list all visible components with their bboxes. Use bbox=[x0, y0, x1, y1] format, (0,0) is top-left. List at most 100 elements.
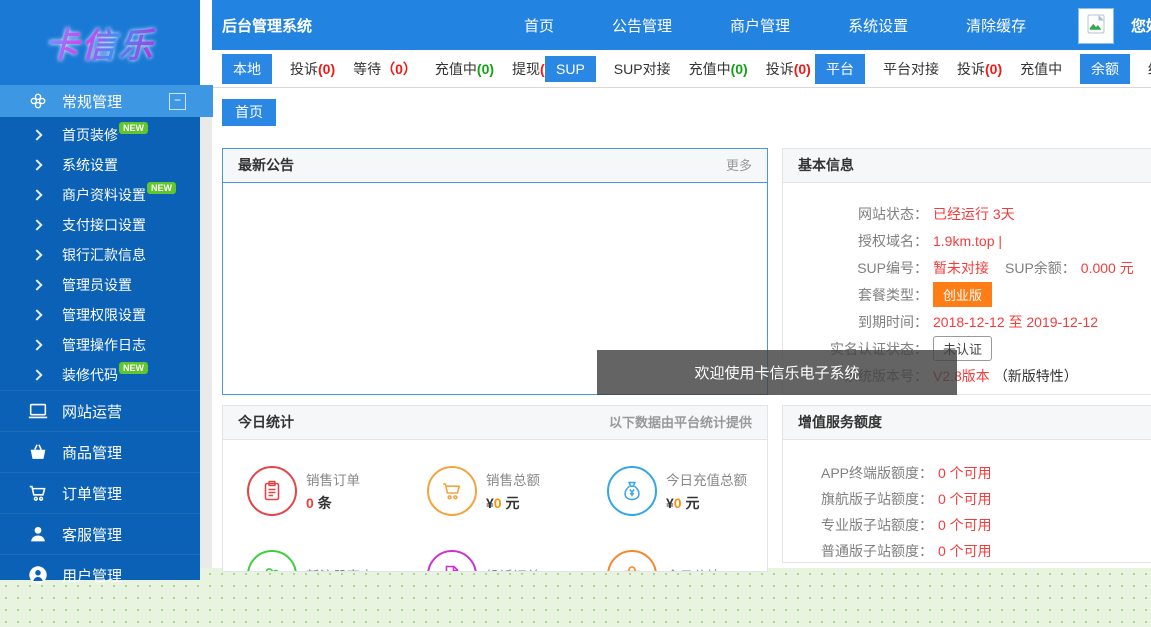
local-waiting[interactable]: 等待（0） bbox=[353, 59, 417, 79]
sidebar-item-merchant-profile[interactable]: 商户资料设置NEW bbox=[0, 180, 200, 210]
sidebar-section-orders[interactable]: 订单管理 bbox=[0, 472, 200, 513]
person-circle-icon bbox=[27, 564, 49, 586]
new-badge: NEW bbox=[119, 362, 148, 374]
laptop-icon bbox=[27, 400, 49, 422]
local-complaints[interactable]: 投诉(0) bbox=[290, 59, 335, 79]
user-greeting: 您好 bbox=[1131, 15, 1151, 36]
domain-row: 授权域名： 1.9km.top | bbox=[783, 227, 1151, 254]
local-recharging[interactable]: 充值中(0) bbox=[435, 59, 494, 79]
app-title: 后台管理系统 bbox=[222, 15, 312, 36]
domain-value: 1.9km.top | bbox=[933, 233, 1002, 249]
new-badge: NEW bbox=[147, 182, 176, 194]
sidebar-item-bank-remittance[interactable]: 银行汇款信息 bbox=[0, 240, 200, 270]
stat-sales-orders-value: 0 条 bbox=[306, 493, 360, 513]
nav-clear-cache[interactable]: 清除缓存 bbox=[966, 15, 1026, 36]
status-group-local: 本地 投诉(0) 等待（0） 充值中(0) 提现(0) bbox=[222, 50, 557, 87]
info-panel-title: 基本信息 bbox=[798, 149, 854, 182]
news-panel-header: 最新公告 更多 bbox=[223, 149, 767, 183]
platform-complaints[interactable]: 投诉(0) bbox=[957, 59, 1002, 79]
stats-panel-body: 销售订单 0 条 销售总额 ¥0 元 今日充值总额 ¥0 元 bbox=[223, 440, 767, 572]
sidebar-section-products[interactable]: 商品管理 bbox=[0, 431, 200, 472]
collapse-icon[interactable]: − bbox=[169, 93, 186, 110]
nav-announcements[interactable]: 公告管理 bbox=[612, 15, 672, 36]
nav-home[interactable]: 首页 bbox=[524, 15, 554, 36]
chevron-right-icon bbox=[31, 279, 42, 290]
brand-logo: 卡信乐 bbox=[45, 18, 156, 67]
clover-icon bbox=[28, 91, 48, 111]
sidebar-section-customer-service[interactable]: 客服管理 bbox=[0, 513, 200, 554]
sidebar-item-home-decorate[interactable]: 首页装修NEW bbox=[0, 120, 200, 150]
logo-block[interactable]: 卡信乐 bbox=[0, 0, 200, 85]
content-gutter bbox=[200, 88, 212, 568]
document-icon bbox=[427, 550, 477, 572]
tab-home[interactable]: 首页 bbox=[222, 99, 276, 126]
chevron-right-icon bbox=[31, 309, 42, 320]
chevron-right-icon bbox=[31, 369, 42, 380]
local-badge[interactable]: 本地 bbox=[222, 54, 272, 84]
sidebar-section-users[interactable]: 用户管理 bbox=[0, 554, 200, 595]
sup-link[interactable]: SUP对接 bbox=[614, 59, 671, 79]
cart-icon bbox=[27, 482, 49, 504]
stats-source-note: 以下数据由平台统计提供 bbox=[609, 406, 752, 439]
platform-badge[interactable]: 平台 bbox=[815, 54, 865, 84]
stats-panel-header: 今日统计 以下数据由平台统计提供 bbox=[223, 406, 767, 440]
status-group-sup: SUP SUP对接 充值中(0) 投诉(0) bbox=[545, 50, 811, 87]
stat-recharge-total-value: ¥0 元 bbox=[666, 493, 747, 513]
quota-standard-value: 0 个可用 bbox=[938, 541, 992, 561]
sidebar-item-admin-logs[interactable]: 管理操作日志 bbox=[0, 330, 200, 360]
stat-sales-total-value: ¥0 元 bbox=[486, 493, 540, 513]
quota-row-standard: 普通版子站额度： 0 个可用 bbox=[783, 538, 1151, 564]
new-badge: NEW bbox=[119, 122, 148, 134]
sidebar-group-general[interactable]: 常规管理 − bbox=[0, 85, 213, 117]
stats-panel-title: 今日统计 bbox=[238, 406, 294, 439]
person-icon bbox=[27, 523, 49, 545]
status-group-platform: 平台 平台对接 投诉(0) 充值中 bbox=[815, 50, 1062, 87]
people-icon bbox=[247, 550, 297, 572]
platform-recharging[interactable]: 充值中 bbox=[1020, 59, 1062, 79]
sidebar-item-system-settings[interactable]: 系统设置 bbox=[0, 150, 200, 180]
quota-row-app: APP终端版额度： 0 个可用 bbox=[783, 460, 1151, 486]
version-note[interactable]: （新版特性） bbox=[994, 366, 1078, 386]
sup-row: SUP编号： 暂未对接 SUP余额： 0.000 元 bbox=[783, 254, 1151, 281]
more-link[interactable]: 更多 bbox=[726, 149, 752, 182]
quota-app-value: 0 个可用 bbox=[938, 463, 992, 483]
user-avatar[interactable] bbox=[1078, 8, 1114, 44]
sup-badge[interactable]: SUP bbox=[545, 56, 596, 82]
sidebar-group-label: 常规管理 bbox=[62, 91, 122, 112]
sidebar-item-admin-settings[interactable]: 管理员设置 bbox=[0, 270, 200, 300]
site-status-row: 网站状态： 已经运行 3天 bbox=[783, 200, 1151, 227]
package-row: 套餐类型： 创业版 bbox=[783, 281, 1151, 308]
sidebar-menu: 首页装修NEW 系统设置 商户资料设置NEW 支付接口设置 银行汇款信息 管理员… bbox=[0, 120, 200, 390]
quota-panel-title: 增值服务额度 bbox=[798, 406, 882, 439]
stat-recharge-total: 今日充值总额 ¥0 元 bbox=[607, 466, 768, 516]
cart-icon bbox=[427, 466, 477, 516]
chevron-right-icon bbox=[31, 219, 42, 230]
balance-badge[interactable]: 余额 bbox=[1080, 54, 1130, 84]
platform-link[interactable]: 平台对接 bbox=[883, 59, 939, 79]
sidebar-section-site-operation[interactable]: 网站运营 bbox=[0, 390, 200, 431]
quota-panel-header: 增值服务额度 bbox=[783, 406, 1151, 440]
sup-recharging[interactable]: 充值中(0) bbox=[689, 59, 748, 79]
info-panel-header: 基本信息 bbox=[783, 149, 1151, 183]
nav-system-settings[interactable]: 系统设置 bbox=[848, 15, 908, 36]
quota-row-flagship: 旗航版子站额度： 0 个可用 bbox=[783, 486, 1151, 512]
package-badge[interactable]: 创业版 bbox=[933, 282, 992, 307]
sup-complaints[interactable]: 投诉(0) bbox=[766, 59, 811, 79]
sidebar-item-admin-permissions[interactable]: 管理权限设置 bbox=[0, 300, 200, 330]
chevron-right-icon bbox=[31, 339, 42, 350]
nav-merchants[interactable]: 商户管理 bbox=[730, 15, 790, 36]
chevron-right-icon bbox=[31, 249, 42, 260]
stat-new-customers: 新注册客户 bbox=[247, 550, 427, 572]
stat-sales-total: 销售总额 ¥0 元 bbox=[427, 466, 607, 516]
expire-value: 2018-12-12 至 2019-12-12 bbox=[933, 312, 1098, 332]
sidebar-item-decorate-code[interactable]: 装修代码NEW bbox=[0, 360, 200, 390]
toast-message: 欢迎使用卡信乐电子系统 bbox=[694, 362, 859, 383]
stat-today-substations: 今日分站 bbox=[607, 550, 768, 572]
broken-image-icon bbox=[1084, 12, 1108, 41]
expire-row: 到期时间： 2018-12-12 至 2019-12-12 bbox=[783, 308, 1151, 335]
news-panel-title: 最新公告 bbox=[238, 149, 294, 182]
quota-professional-value: 0 个可用 bbox=[938, 515, 992, 535]
clipboard-icon bbox=[247, 466, 297, 516]
top-nav: 首页 公告管理 商户管理 系统设置 清除缓存 bbox=[524, 15, 1026, 36]
sidebar-item-payment-interface[interactable]: 支付接口设置 bbox=[0, 210, 200, 240]
